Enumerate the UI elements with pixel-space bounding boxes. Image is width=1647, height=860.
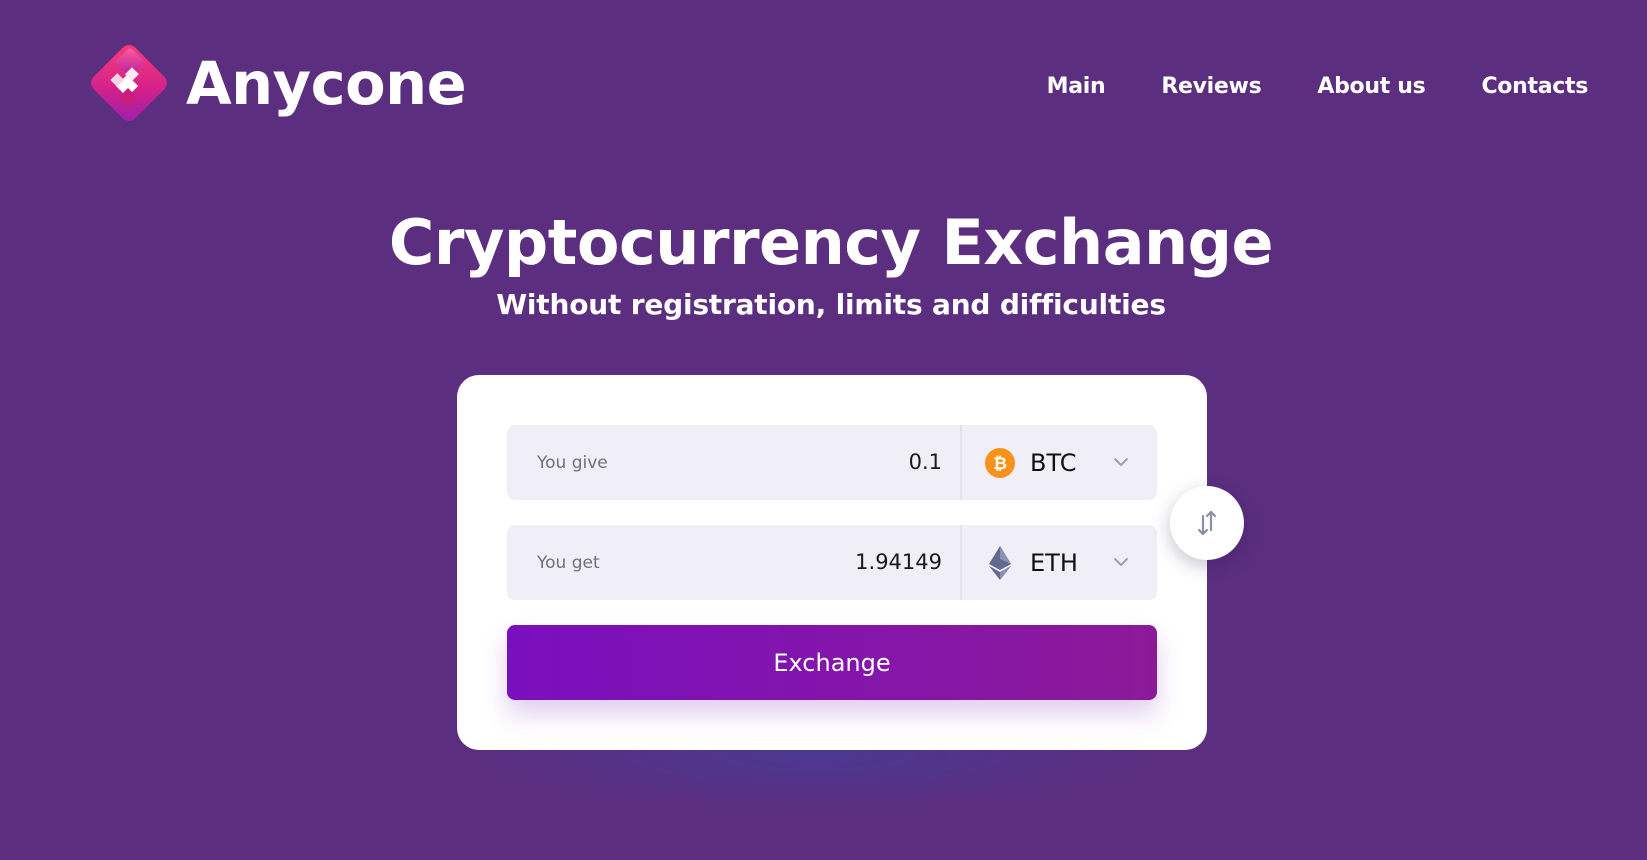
brand-logo[interactable]: Anycone [80, 34, 467, 132]
chevron-down-icon [1114, 458, 1128, 466]
give-label: You give [537, 453, 608, 473]
brand-name: Anycone [186, 48, 467, 118]
exchange-card: You give ₿ BTC You get [457, 375, 1207, 750]
swap-currencies-button[interactable] [1170, 486, 1244, 560]
main-nav: Main Reviews About us Contacts [991, 74, 1589, 99]
give-field: You give ₿ BTC [507, 425, 1157, 500]
get-label: You get [537, 553, 600, 573]
hero-subtitle: Without registration, limits and difficu… [496, 288, 1166, 321]
bitcoin-icon: ₿ [985, 448, 1015, 478]
get-field: You get ETH [507, 525, 1157, 600]
exchange-button[interactable]: Exchange [507, 625, 1157, 700]
get-currency-select[interactable]: ETH [962, 525, 1157, 600]
nav-item-contacts[interactable]: Contacts [1481, 74, 1588, 99]
get-currency-label: ETH [1030, 549, 1078, 577]
give-amount-input[interactable] [682, 441, 942, 483]
anycone-logo-icon [91, 45, 167, 121]
ethereum-icon [989, 546, 1011, 580]
page: Anycone Main Reviews About us Contacts C… [0, 0, 1647, 860]
nav-item-about-us[interactable]: About us [1317, 74, 1425, 99]
nav-item-main[interactable]: Main [1047, 74, 1106, 99]
svg-text:₿: ₿ [993, 454, 1007, 474]
chevron-down-icon [1114, 558, 1128, 566]
site-header: Anycone Main Reviews About us Contacts [0, 0, 1647, 180]
swap-arrows-icon [1197, 510, 1217, 536]
hero-title: Cryptocurrency Exchange [388, 206, 1274, 279]
give-currency-label: BTC [1030, 449, 1077, 477]
give-currency-select[interactable]: ₿ BTC [962, 425, 1157, 500]
get-amount-input[interactable] [682, 541, 942, 583]
nav-item-reviews[interactable]: Reviews [1161, 74, 1261, 99]
